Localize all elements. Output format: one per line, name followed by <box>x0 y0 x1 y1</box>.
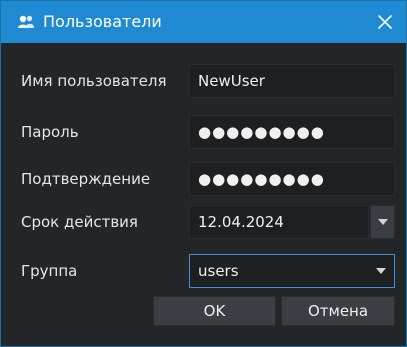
password-label: Пароль <box>21 123 79 141</box>
dialog-content: Имя пользователя NewUser Пароль ●●●●●●●●… <box>2 44 405 346</box>
username-row: Имя пользователя NewUser <box>2 64 405 98</box>
confirm-row: Подтверждение ●●●●●●●●● <box>2 162 405 196</box>
users-dialog: Пользователи Имя пользователя NewUser Па… <box>0 0 407 347</box>
cancel-button[interactable]: Отмена <box>281 296 395 326</box>
group-select[interactable]: users <box>189 254 395 288</box>
users-icon <box>18 15 34 28</box>
close-button[interactable] <box>372 9 398 35</box>
window-title: Пользователи <box>43 12 162 31</box>
group-row: Группа users <box>2 254 405 288</box>
titlebar: Пользователи <box>1 1 406 43</box>
username-label: Имя пользователя <box>21 72 167 90</box>
chevron-down-icon <box>377 219 388 225</box>
group-selected-value: users <box>198 262 239 280</box>
username-input[interactable]: NewUser <box>189 64 395 98</box>
expiry-dropdown-button[interactable] <box>370 205 395 239</box>
password-input[interactable]: ●●●●●●●●● <box>189 115 395 149</box>
close-icon <box>378 15 392 29</box>
password-row: Пароль ●●●●●●●●● <box>2 115 405 149</box>
expiry-row: Срок действия 12.04.2024 <box>2 205 405 239</box>
confirm-label: Подтверждение <box>21 170 151 188</box>
ok-button[interactable]: OK <box>153 296 276 326</box>
group-label: Группа <box>21 262 78 280</box>
chevron-down-icon <box>376 268 386 274</box>
confirm-password-input[interactable]: ●●●●●●●●● <box>189 162 395 196</box>
expiry-label: Срок действия <box>21 213 138 231</box>
expiry-date-input[interactable]: 12.04.2024 <box>189 205 369 239</box>
button-row: OK Отмена <box>2 296 405 326</box>
